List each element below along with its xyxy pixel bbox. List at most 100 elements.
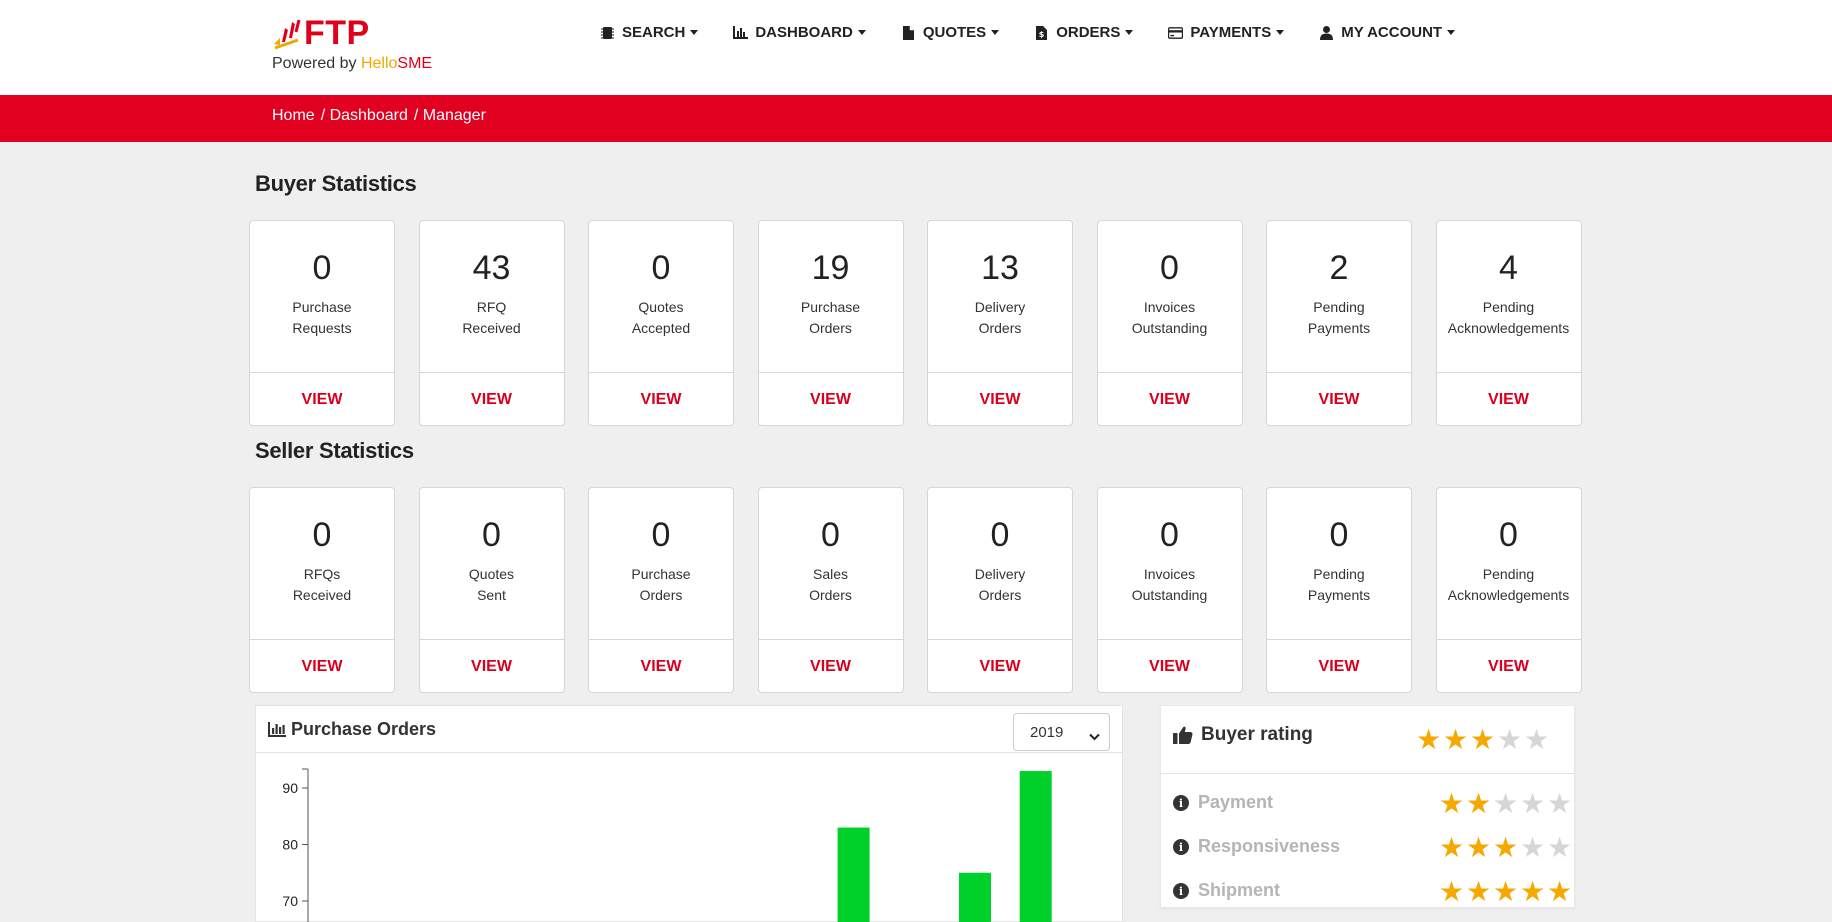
buyer-card-invoices-outstanding: 0 Invoices Outstanding VIEW — [1096, 220, 1243, 427]
view-button[interactable]: VIEW — [420, 372, 564, 427]
purchase-orders-header: Purchase Orders 2019 — [256, 706, 1122, 753]
rating-row-shipment: i Shipment ★ ★ ★ ★ ★ — [1173, 876, 1572, 906]
stat-label-line: Purchase — [292, 299, 352, 315]
svg-text:$: $ — [1039, 30, 1045, 39]
stat-label-line: Orders — [809, 320, 852, 336]
credit-card-icon — [1168, 25, 1184, 40]
view-button[interactable]: VIEW — [759, 372, 903, 427]
stat-value: 0 — [990, 516, 1010, 554]
y-tick-label: 80 — [282, 837, 298, 853]
view-button[interactable]: VIEW — [250, 639, 394, 694]
stat-label-line: Outstanding — [1131, 587, 1208, 603]
seller-card-quotes-sent: 0 Quotes Sent VIEW — [418, 487, 565, 694]
star-filled-icon: ★ — [1465, 831, 1492, 864]
stat-value: 43 — [472, 249, 511, 287]
view-button[interactable]: VIEW — [759, 639, 903, 694]
stat-label-line: Delivery — [974, 299, 1026, 315]
star-filled-icon: ★ — [1492, 831, 1519, 864]
view-button[interactable]: VIEW — [589, 372, 733, 427]
view-button[interactable]: VIEW — [928, 639, 1072, 694]
caret-down-icon — [857, 30, 866, 35]
powered-sme: SME — [397, 55, 433, 72]
nav-quotes[interactable]: QUOTES — [901, 24, 1000, 41]
star-filled-icon: ★ — [1438, 787, 1465, 820]
stat-label: Pending Payments — [1267, 564, 1411, 606]
seller-card-pending-payments: 0 Pending Payments VIEW — [1266, 487, 1412, 693]
star-filled-icon: ★ — [1469, 723, 1496, 756]
year-select[interactable]: 2019 — [1013, 713, 1110, 751]
star-filled-icon: ★ — [1465, 875, 1492, 908]
nav-dashboard-label: DASHBOARD — [755, 24, 853, 41]
view-button[interactable]: VIEW — [250, 372, 394, 427]
view-button[interactable]: VIEW — [1267, 639, 1411, 694]
view-button[interactable]: VIEW — [1267, 372, 1411, 427]
stat-label-line: Sent — [477, 587, 506, 603]
caret-down-icon — [991, 30, 1000, 35]
ftp-logo[interactable]: FTP Powered by HelloSME — [272, 14, 432, 73]
stat-label-line: Acknowledgements — [1447, 320, 1570, 336]
chart-bar[interactable] — [959, 872, 991, 922]
buyer-statistics-title: Buyer Statistics — [255, 171, 417, 196]
stat-label: Purchase Requests — [250, 297, 394, 339]
buyer-card-delivery-orders: 13 Delivery Orders VIEW — [927, 220, 1073, 426]
buyer-card-purchase-requests: 0 Purchase Requests VIEW — [249, 220, 395, 426]
view-button[interactable]: VIEW — [589, 639, 733, 694]
view-button[interactable]: VIEW — [1437, 372, 1581, 427]
star-filled-icon: ★ — [1438, 875, 1465, 908]
breadcrumb-dashboard[interactable]: / Dashboard — [321, 107, 408, 125]
view-button[interactable]: VIEW — [1098, 639, 1242, 694]
powered-by: Powered by HelloSME — [272, 55, 432, 73]
chart-bar[interactable] — [837, 827, 870, 922]
purchase-orders-title-text: Purchase Orders — [291, 719, 437, 739]
stat-label-line: Invoices — [1143, 299, 1196, 315]
view-button[interactable]: VIEW — [1098, 372, 1242, 427]
stat-label-line: Orders — [639, 587, 683, 603]
view-button[interactable]: VIEW — [420, 639, 564, 694]
main-nav: SEARCH DASHBOARD QUOTES $ ORDERS PAYMENT… — [600, 24, 1490, 41]
buyer-card-pending-payments: 2 Pending Payments VIEW — [1266, 220, 1412, 426]
stat-label-line: Pending — [1313, 566, 1365, 582]
caret-down-icon — [1125, 30, 1134, 35]
rating-name: Shipment — [1198, 880, 1281, 900]
rating-stars: ★ ★ ★ ★ ★ — [1438, 878, 1573, 906]
seller-statistics-title: Seller Statistics — [255, 438, 414, 463]
nav-my-account[interactable]: MY ACCOUNT — [1319, 24, 1456, 41]
stat-label: Purchase Orders — [589, 564, 733, 606]
seller-card-delivery-orders: 0 Delivery Orders VIEW — [927, 487, 1073, 693]
nav-search[interactable]: SEARCH — [600, 24, 699, 41]
info-icon[interactable]: i — [1173, 883, 1189, 899]
info-icon[interactable]: i — [1173, 795, 1189, 811]
stat-label-line: Received — [292, 587, 352, 603]
buyer-stat-cards: 0 Purchase Requests VIEW 43 RFQ Received V… — [249, 220, 1605, 426]
stat-value: 0 — [312, 516, 332, 554]
stat-value: 0 — [651, 516, 671, 554]
buyer-rating-title-text: Buyer rating — [1201, 724, 1313, 745]
stat-label-line: Outstanding — [1131, 320, 1208, 336]
view-button[interactable]: VIEW — [928, 372, 1072, 427]
view-button[interactable]: VIEW — [1437, 639, 1581, 694]
chart-icon — [268, 722, 286, 737]
nav-orders-label: ORDERS — [1056, 24, 1121, 41]
chart-bar[interactable] — [1019, 771, 1052, 922]
thumbs-up-icon — [1173, 725, 1193, 745]
star-empty-icon: ★ — [1546, 787, 1573, 820]
stat-label-line: Payments — [1307, 587, 1371, 603]
nav-orders[interactable]: $ ORDERS — [1034, 24, 1134, 41]
stat-value: 13 — [981, 249, 1019, 287]
stat-value: 4 — [1499, 249, 1518, 287]
rating-row-responsiveness: i Responsiveness ★ ★ ★ ★ ★ — [1173, 831, 1572, 864]
purchase-orders-panel: Purchase Orders 2019 70 80 90 — [255, 705, 1123, 922]
stat-label-line: Payments — [1307, 320, 1371, 336]
breadcrumb-home[interactable]: Home — [272, 107, 315, 125]
caret-down-icon — [690, 30, 699, 35]
nav-payments[interactable]: PAYMENTS — [1168, 24, 1285, 41]
seller-card-invoices-outstanding: 0 Invoices Outstanding VIEW — [1096, 487, 1243, 694]
rating-name: Responsiveness — [1198, 836, 1341, 856]
nav-dashboard[interactable]: DASHBOARD — [733, 24, 866, 41]
info-icon[interactable]: i — [1173, 839, 1189, 855]
stat-label: Quotes Sent — [420, 564, 564, 606]
seller-stat-cards: 0 RFQs Received VIEW 0 Quotes Sent VIEW 0 … — [249, 487, 1605, 693]
powered-hello: Hello — [360, 55, 398, 72]
stat-label-line: Delivery — [974, 566, 1026, 582]
purchase-orders-title: Purchase Orders — [268, 719, 436, 740]
